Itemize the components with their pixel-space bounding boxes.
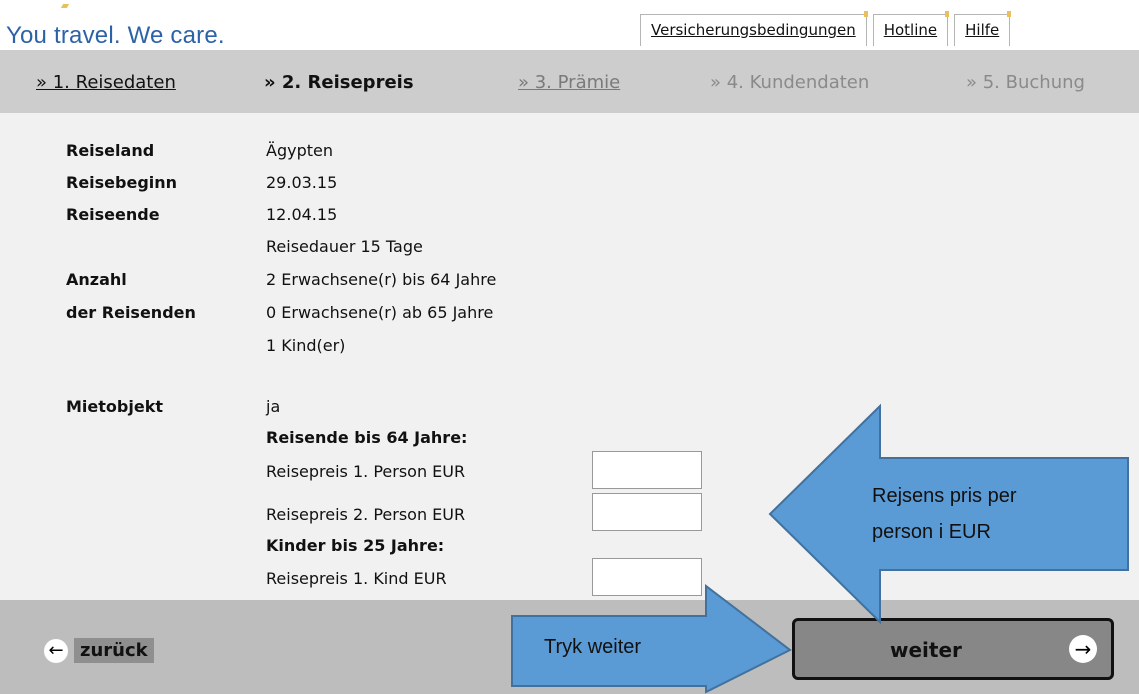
steps-bar: » 1. Reisedaten » 2. Reisepreis » 3. Prä… bbox=[0, 50, 1139, 113]
hotline-link[interactable]: Hotline bbox=[872, 11, 950, 46]
travellers-children: 1 Kind(er) bbox=[266, 336, 346, 355]
next-button-label: weiter bbox=[890, 638, 962, 662]
step-praemie[interactable]: » 3. Prämie bbox=[518, 72, 620, 93]
help-link[interactable]: Hilfe bbox=[954, 11, 1012, 46]
kids-price-heading: Kinder bis 25 Jahre: bbox=[266, 536, 445, 555]
next-callout-text: Tryk weiter bbox=[544, 636, 642, 658]
back-button-label: zurück bbox=[74, 638, 154, 663]
reisebeginn-value: 29.03.15 bbox=[266, 173, 338, 192]
reiseland-label: Reiseland bbox=[66, 141, 155, 160]
mietobjekt-value: ja bbox=[266, 397, 281, 416]
arrow-left-icon: ← bbox=[44, 638, 68, 663]
step-kundendaten: » 4. Kundendaten bbox=[710, 72, 870, 93]
next-button[interactable]: weiter → bbox=[792, 618, 1114, 680]
adults-price-heading: Reisende bis 64 Jahre: bbox=[266, 428, 468, 447]
reisenden-label: der Reisenden bbox=[66, 303, 196, 322]
price-person-1-input[interactable] bbox=[592, 451, 702, 489]
reiseland-value: Ägypten bbox=[266, 141, 333, 160]
arrow-right-icon: → bbox=[1069, 635, 1097, 663]
terms-link[interactable]: Versicherungsbedingungen bbox=[640, 11, 868, 46]
price-person-2-input[interactable] bbox=[592, 493, 702, 531]
brand-tagline: You travel. We care. bbox=[6, 22, 225, 49]
price-person-2-label: Reisepreis 2. Person EUR bbox=[266, 505, 466, 524]
step-reisedaten[interactable]: » 1. Reisedaten bbox=[36, 72, 176, 93]
travellers-adults-65-plus: 0 Erwachsene(r) ab 65 Jahre bbox=[266, 303, 494, 322]
top-links: Versicherungsbedingungen Hotline Hilfe bbox=[640, 11, 1012, 46]
anzahl-label: Anzahl bbox=[66, 270, 127, 289]
reisedauer-value: Reisedauer 15 Tage bbox=[266, 237, 423, 256]
price-callout-text-2: person i EUR bbox=[872, 521, 991, 543]
travellers-adults-under-65: 2 Erwachsene(r) bis 64 Jahre bbox=[266, 270, 497, 289]
step-reisepreis: » 2. Reisepreis bbox=[264, 72, 414, 93]
mietobjekt-label: Mietobjekt bbox=[66, 397, 163, 416]
price-callout-text-1: Rejsens pris per bbox=[872, 485, 1017, 507]
price-kid-1-label: Reisepreis 1. Kind EUR bbox=[266, 569, 447, 588]
reiseende-value: 12.04.15 bbox=[266, 205, 338, 224]
price-person-1-label: Reisepreis 1. Person EUR bbox=[266, 462, 466, 481]
price-kid-1-input[interactable] bbox=[592, 558, 702, 596]
back-button[interactable]: ← zurück bbox=[44, 638, 154, 663]
brand-accent bbox=[60, 4, 70, 8]
reiseende-label: Reiseende bbox=[66, 205, 160, 224]
reisebeginn-label: Reisebeginn bbox=[66, 173, 178, 192]
step-buchung: » 5. Buchung bbox=[966, 72, 1085, 93]
